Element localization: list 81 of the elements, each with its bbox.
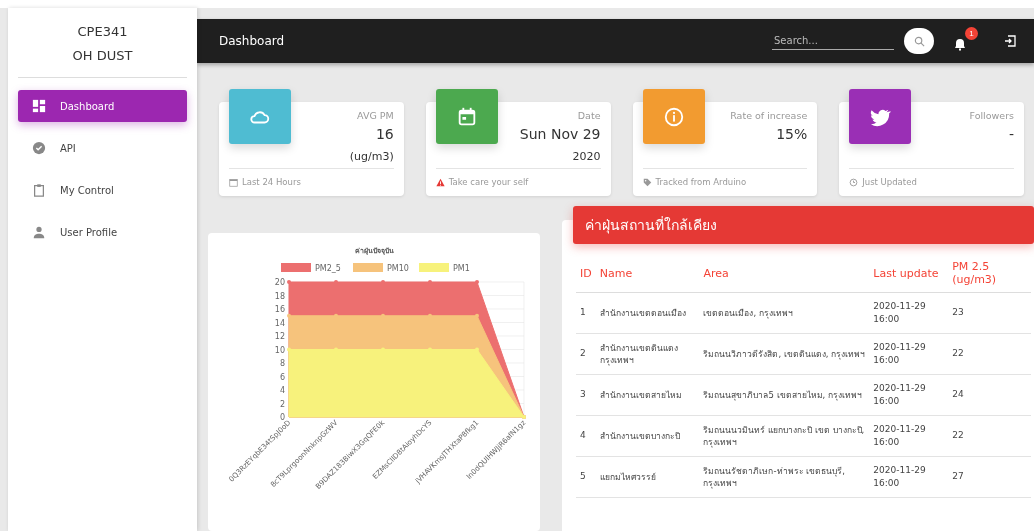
- stat-footer: Take care your self: [448, 177, 529, 187]
- logout-icon: [1004, 35, 1016, 47]
- table-cell: ริมถนนวิภาวดีรังสิต, เขตดินแดง, กรุงเทพฯ: [699, 333, 870, 375]
- axis-tick-label: 10: [274, 345, 285, 355]
- table-cell: 2020-11-29 16:00: [869, 333, 949, 375]
- stat-unit: (ug/m3): [349, 150, 394, 163]
- table-cell: 23: [948, 292, 1031, 334]
- stat-label: Followers: [969, 110, 1014, 121]
- brand-title: CPE341: [77, 24, 128, 39]
- table-cell: 2020-11-29 16:00: [869, 456, 949, 498]
- stat-footer: Tracked from Arduino: [655, 177, 747, 187]
- table-cell: สำนักงานเขตบางกะปิ: [595, 415, 700, 457]
- nav-item[interactable]: User Profile: [18, 216, 187, 248]
- legend-label: PM1: [453, 264, 470, 273]
- table-cell: 3: [576, 374, 596, 416]
- table-cell: 1: [576, 292, 596, 334]
- legend-label: PM2_5: [315, 264, 341, 273]
- axis-tick-label: 6: [279, 372, 285, 382]
- axis-tick-label: 2: [279, 399, 285, 409]
- person-icon: [32, 225, 46, 239]
- axis-tick-label: 20: [274, 278, 285, 287]
- info-icon: [662, 105, 685, 128]
- axis-tick-label: 8: [279, 359, 285, 368]
- table-cell: ริมถนนสุขาภิบาล5 เขตสายไหม, กรุงเทพฯ: [699, 374, 870, 416]
- column-header: Area: [699, 256, 870, 293]
- stat-value: Sun Nov 29: [519, 126, 601, 142]
- table-cell: 22: [948, 333, 1031, 375]
- axis-tick-label: 16: [274, 305, 285, 314]
- stat-value: 16: [375, 126, 394, 142]
- stat-label: AVG PM: [357, 110, 394, 121]
- brand-subtitle: OH DUST: [72, 48, 133, 63]
- axis-tick-label: 18: [274, 291, 285, 301]
- stat-footer: Just Updated: [862, 177, 917, 187]
- stat-unit: 2020: [572, 150, 601, 163]
- stat-label: Date: [577, 110, 601, 121]
- column-header: Name: [595, 256, 700, 293]
- nav-item[interactable]: Dashboard: [18, 90, 187, 122]
- column-header: Last update: [869, 256, 949, 293]
- table-cell: 22: [948, 415, 1031, 457]
- table-title: ค่าฝุ่นสถานที่ใกล้เคียง: [573, 206, 1034, 244]
- search-field[interactable]: Search...: [772, 32, 894, 50]
- table-cell: สำนักงานเขตดอนเมือง: [595, 292, 700, 334]
- axis-tick-label: 14: [274, 318, 285, 328]
- table-cell: 2020-11-29 16:00: [869, 374, 949, 416]
- bell-icon: [954, 37, 966, 51]
- search-button[interactable]: [904, 28, 934, 54]
- column-header: ID: [576, 256, 596, 293]
- notification-button[interactable]: 1: [950, 27, 978, 55]
- table-cell: 5: [576, 456, 596, 498]
- axis-tick-label: 4: [279, 386, 285, 395]
- dashboard-icon: [32, 99, 46, 113]
- clipboard-icon: [32, 183, 46, 197]
- table-cell: 2020-11-29 16:00: [869, 415, 949, 457]
- stat-value: 15%: [776, 126, 808, 142]
- clock-icon: [849, 177, 859, 187]
- table-cell: 24: [948, 374, 1031, 416]
- stat-value: -: [1008, 126, 1014, 142]
- table-cell: 2: [576, 333, 596, 375]
- legend-label: PM10: [387, 264, 409, 273]
- table-cell: ริมถนนรัชดาภิเษก-ท่าพระ เขตธนบุรี, กรุงเทพฯ: [699, 456, 870, 498]
- table-cell: เขตดอนเมือง, กรุงเทพฯ: [699, 292, 870, 334]
- nav-item[interactable]: API: [18, 132, 187, 164]
- table-cell: สำนักงานเขตดินแดง กรุงเทพฯ: [595, 333, 700, 375]
- page-title: Dashboard: [219, 34, 286, 48]
- table-cell: ริมถนนนวมินทร์ แยกบางกะปิ เขต บางกะปิ, กรุงเทพฯ: [699, 415, 870, 457]
- badge-icon: [32, 141, 46, 155]
- column-header: PM 2.5 (ug/m3): [948, 256, 1031, 293]
- calendar-icon: [229, 177, 238, 187]
- table-cell: 27: [948, 456, 1031, 498]
- table-cell: 2020-11-29 16:00: [869, 292, 949, 334]
- tag-icon: [642, 177, 652, 187]
- axis-tick-label: 12: [274, 332, 285, 341]
- notification-badge: 1: [965, 27, 978, 40]
- warning-icon: [435, 177, 445, 187]
- search-icon: [913, 35, 925, 47]
- nav-item[interactable]: My Control: [18, 174, 187, 206]
- stat-label: Rate of increase: [730, 110, 808, 121]
- table-cell: สำนักงานเขตสายไหม: [595, 374, 700, 416]
- stat-footer: Last 24 Hours: [242, 177, 301, 187]
- table-cell: แยกมไหศวรรย์: [595, 456, 700, 498]
- table-cell: 4: [576, 415, 596, 457]
